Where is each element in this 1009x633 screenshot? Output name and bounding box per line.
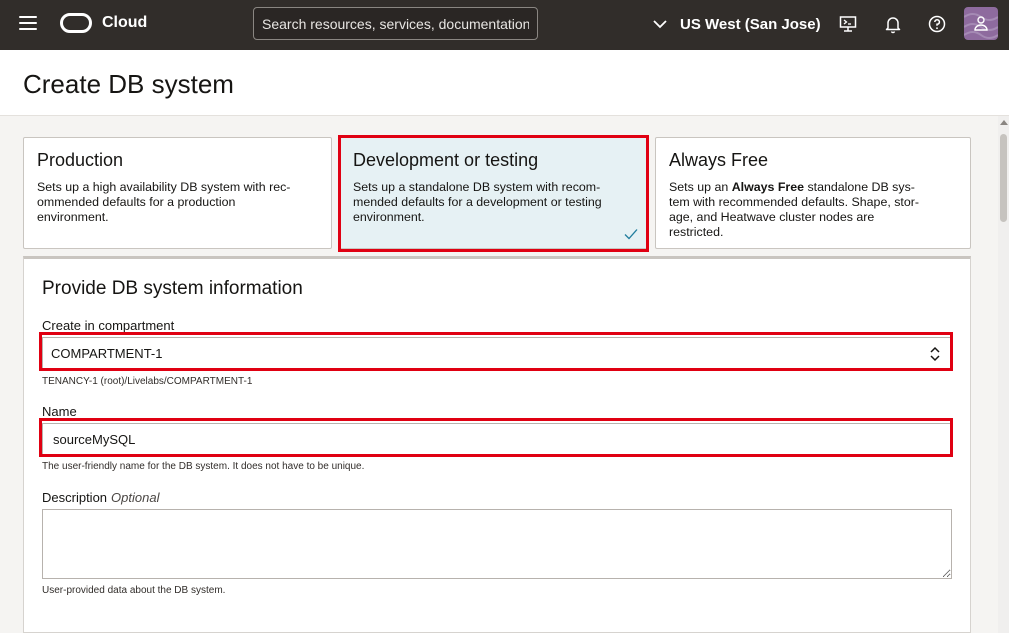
top-nav-bar: Cloud US West (San Jose) bbox=[0, 0, 1009, 50]
option-description: Sets up a standalone DB system with reco… bbox=[353, 180, 602, 224]
oracle-logo[interactable] bbox=[60, 13, 92, 33]
description-label: Description Optional bbox=[42, 490, 160, 505]
option-title: Always Free bbox=[669, 150, 769, 170]
hamburger-menu-icon[interactable] bbox=[19, 16, 37, 30]
compartment-value: COMPARTMENT-1 bbox=[51, 346, 163, 361]
bell-icon[interactable] bbox=[883, 14, 903, 34]
page-header: Create DB system bbox=[0, 50, 1009, 116]
name-input[interactable] bbox=[42, 423, 952, 455]
user-avatar[interactable] bbox=[964, 7, 998, 40]
name-help-text: The user-friendly name for the DB system… bbox=[42, 461, 365, 472]
name-label: Name bbox=[42, 404, 77, 419]
compartment-label: Create in compartment bbox=[42, 318, 175, 333]
chevron-down-icon bbox=[653, 20, 667, 29]
scroll-thumb[interactable] bbox=[1000, 134, 1007, 222]
region-label: US West (San Jose) bbox=[680, 15, 821, 33]
help-icon[interactable] bbox=[927, 14, 947, 34]
scroll-up-arrow-icon[interactable] bbox=[1000, 120, 1008, 125]
region-selector[interactable]: US West (San Jose) bbox=[652, 14, 821, 34]
cloud-shell-icon[interactable] bbox=[838, 14, 858, 34]
page-title: Create DB system bbox=[23, 69, 234, 99]
db-system-info-panel: Provide DB system information Create in … bbox=[23, 256, 971, 633]
compartment-path: TENANCY-1 (root)/Livelabs/COMPARTMENT-1 bbox=[42, 376, 253, 387]
option-title: Production bbox=[37, 150, 124, 170]
optional-tag: Optional bbox=[111, 490, 160, 505]
brand-label[interactable]: Cloud bbox=[102, 14, 147, 32]
option-card-production[interactable]: Production Sets up a high availability D… bbox=[23, 137, 332, 249]
option-card-always-free[interactable]: Always Free Sets up an Always Free stand… bbox=[655, 137, 971, 249]
page-scrollbar[interactable] bbox=[998, 116, 1009, 633]
user-icon bbox=[964, 13, 998, 39]
option-description: Sets up a high availability DB system wi… bbox=[37, 180, 291, 224]
search-input[interactable] bbox=[253, 7, 538, 40]
option-title: Development or testing bbox=[353, 150, 539, 170]
select-arrows-icon bbox=[930, 346, 940, 362]
description-textarea[interactable] bbox=[42, 509, 952, 579]
compartment-select[interactable]: COMPARTMENT-1 bbox=[42, 337, 952, 370]
checkmark-icon bbox=[624, 229, 638, 240]
description-help-text: User-provided data about the DB system. bbox=[42, 585, 226, 596]
option-description: Sets up an Always Free standalone DB sys… bbox=[669, 180, 919, 239]
section-title: Provide DB system information bbox=[42, 278, 303, 299]
option-card-development[interactable]: Development or testing Sets up a standal… bbox=[339, 137, 648, 249]
